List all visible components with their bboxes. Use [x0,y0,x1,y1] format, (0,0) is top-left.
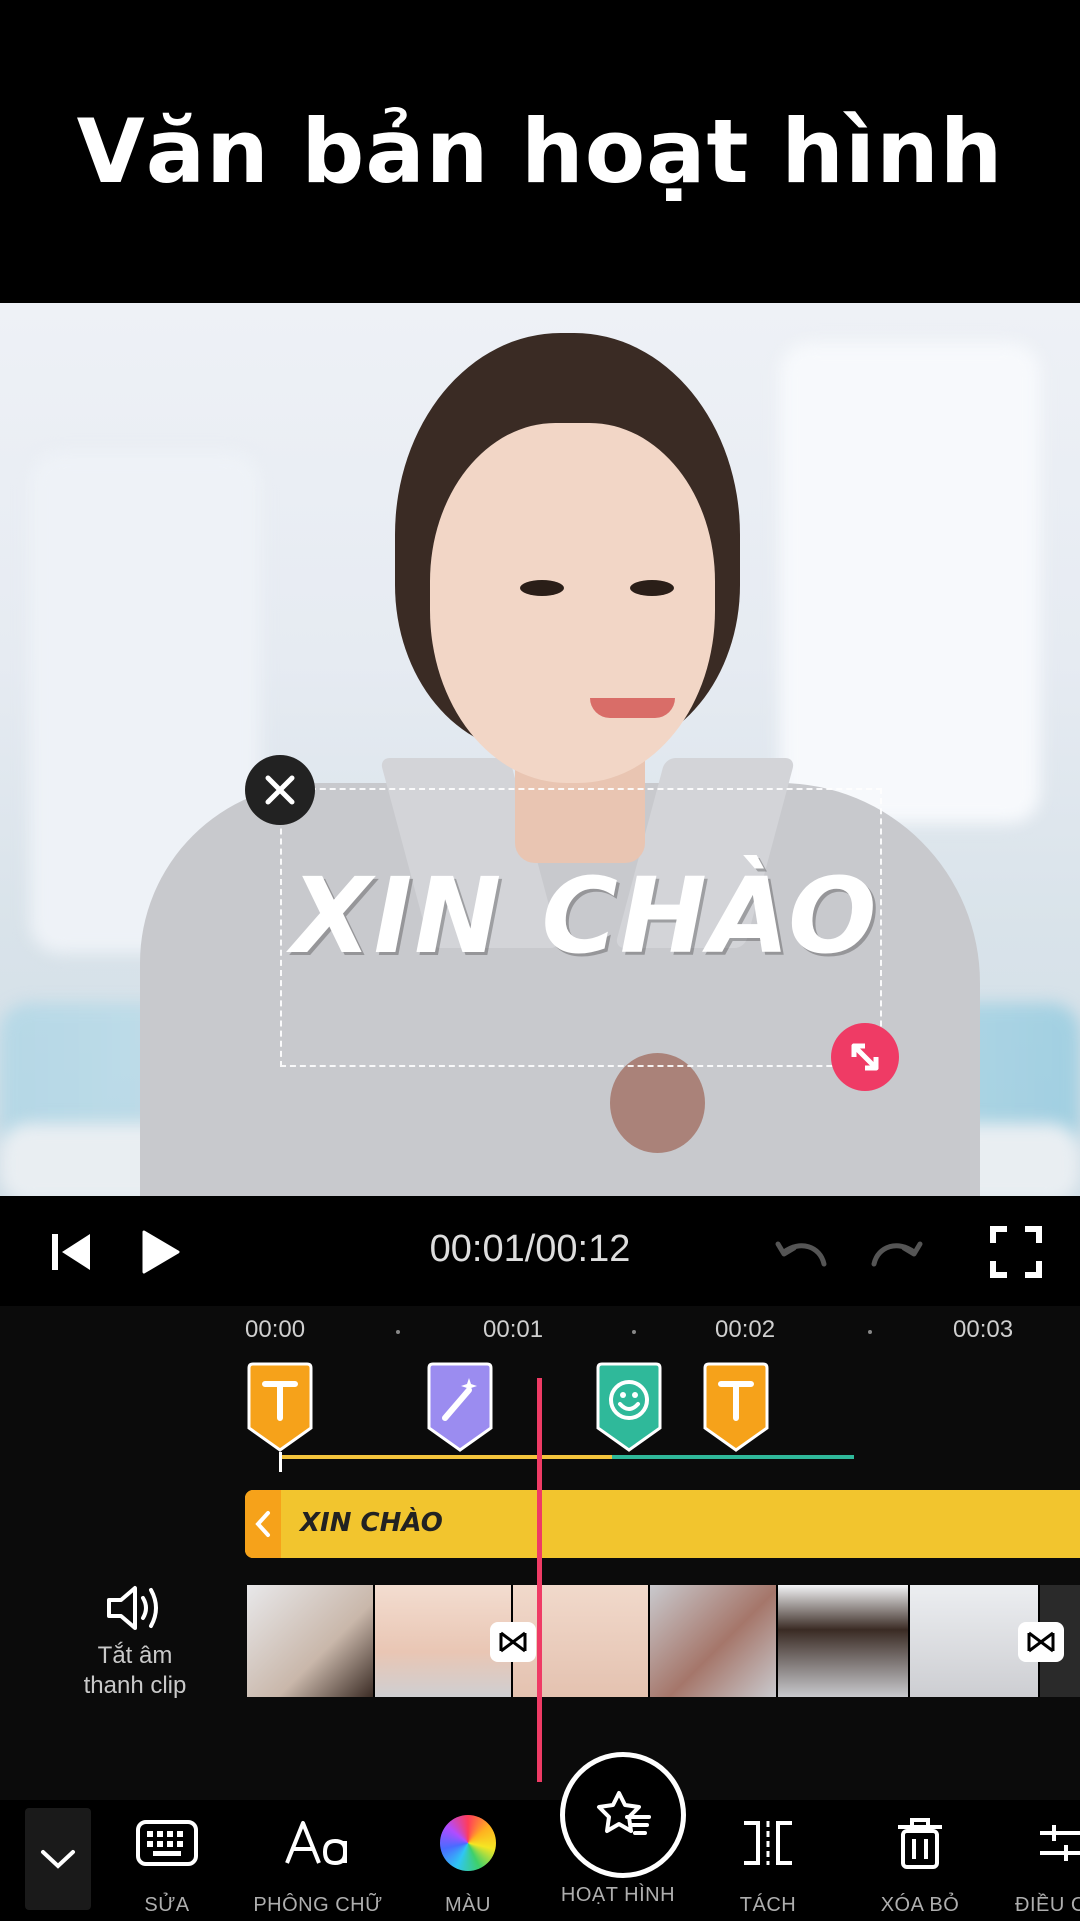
remove-text-button[interactable] [245,755,315,825]
text-icon [247,1362,313,1452]
mute-label-line2: thanh clip [83,1672,187,1699]
text-icon [703,1362,769,1452]
tool-split-label: TÁCH [739,1894,797,1916]
playback-time: 00:01/00:12 [429,1228,631,1270]
adjust-icon [1040,1825,1080,1861]
fullscreen-icon [990,1226,1042,1278]
mute-label-line1: Tắt âm [97,1642,173,1669]
split-icon [744,1821,792,1865]
fullscreen-button[interactable] [986,1222,1046,1282]
timeline-dot [632,1330,636,1334]
banner-title: Văn bản hoạt hình [76,100,1004,203]
speaker-icon [107,1586,158,1630]
close-icon [265,775,295,805]
transition-icon [1027,1631,1055,1653]
start-tick [279,1452,282,1472]
tool-color-label: MÀU [445,1894,491,1916]
clip-thumbnail [247,1585,375,1697]
keyframe-marker-effect[interactable] [425,1362,495,1452]
keyframe-marker-text[interactable] [701,1362,771,1452]
tool-animation-label: HOẠT HÌNH [560,1884,676,1906]
play-button[interactable] [134,1226,186,1278]
tool-delete-label: XÓA BỎ [880,1894,960,1916]
resize-text-button[interactable] [831,1023,899,1091]
video-clip-track[interactable] [247,1585,1080,1697]
magic-wand-icon [427,1362,493,1452]
mute-clip-audio-button[interactable]: Tắt âm thanh clip [60,1580,210,1701]
timeline-tick: 00:02 [715,1316,776,1343]
timeline-dot [868,1330,872,1334]
timeline-dot [396,1330,400,1334]
skip-to-start-button[interactable] [46,1226,98,1278]
clip-thumbnail [778,1585,910,1697]
trash-icon [898,1818,942,1869]
tool-edit-label: SỬA [144,1894,190,1916]
play-icon [142,1230,180,1274]
keyboard-icon [136,1820,198,1866]
overlay-text[interactable]: XIN CHÀO [290,855,880,977]
keyframe-marker-text[interactable] [245,1362,315,1452]
tool-color[interactable]: MÀU [393,1808,543,1917]
tool-delete[interactable]: XÓA BỎ [845,1808,995,1917]
clip-thumbnail [650,1585,778,1697]
tool-animation[interactable]: HOẠT HÌNH [543,1884,693,1907]
tool-adjust-label: ĐIỀU C [1015,1894,1080,1916]
sticker-duration-line [612,1455,854,1459]
undo-button[interactable] [770,1226,834,1278]
tool-font-label: PHÔNG CHỮ [253,1894,383,1916]
redo-icon [871,1241,923,1267]
color-wheel-icon [440,1815,496,1871]
redo-button[interactable] [864,1226,928,1278]
undo-icon [775,1241,827,1267]
text-duration-line [282,1455,612,1459]
tool-split[interactable]: TÁCH [693,1808,843,1917]
text-clip-label: XIN CHÀO [300,1508,443,1538]
promo-banner: Văn bản hoạt hình [0,0,1080,303]
timeline-tick: 00:00 [245,1316,306,1343]
keyframe-marker-sticker[interactable] [594,1362,664,1452]
tool-edit[interactable]: SỬA [92,1808,242,1917]
animation-star-icon [597,1791,651,1835]
timeline-tick: 00:01 [483,1316,544,1343]
tool-animation-button[interactable] [560,1752,686,1878]
transition-button[interactable] [490,1622,536,1662]
chevron-left-icon [255,1511,270,1537]
collapse-toolbar-button[interactable] [25,1808,91,1910]
tool-font[interactable]: PHÔNG CHỮ [243,1808,393,1917]
smiley-icon [596,1362,662,1452]
skip-to-start-icon [52,1234,90,1270]
resize-icon [851,1043,879,1071]
timeline-tick: 00:03 [953,1316,1014,1343]
transition-icon [499,1631,527,1653]
playhead[interactable] [537,1378,542,1782]
text-clip-handle[interactable] [245,1490,281,1558]
font-icon [285,1821,347,1866]
chevron-down-icon [41,1850,75,1869]
transition-button[interactable] [1018,1622,1064,1662]
tool-adjust[interactable]: ĐIỀU C [990,1808,1080,1917]
